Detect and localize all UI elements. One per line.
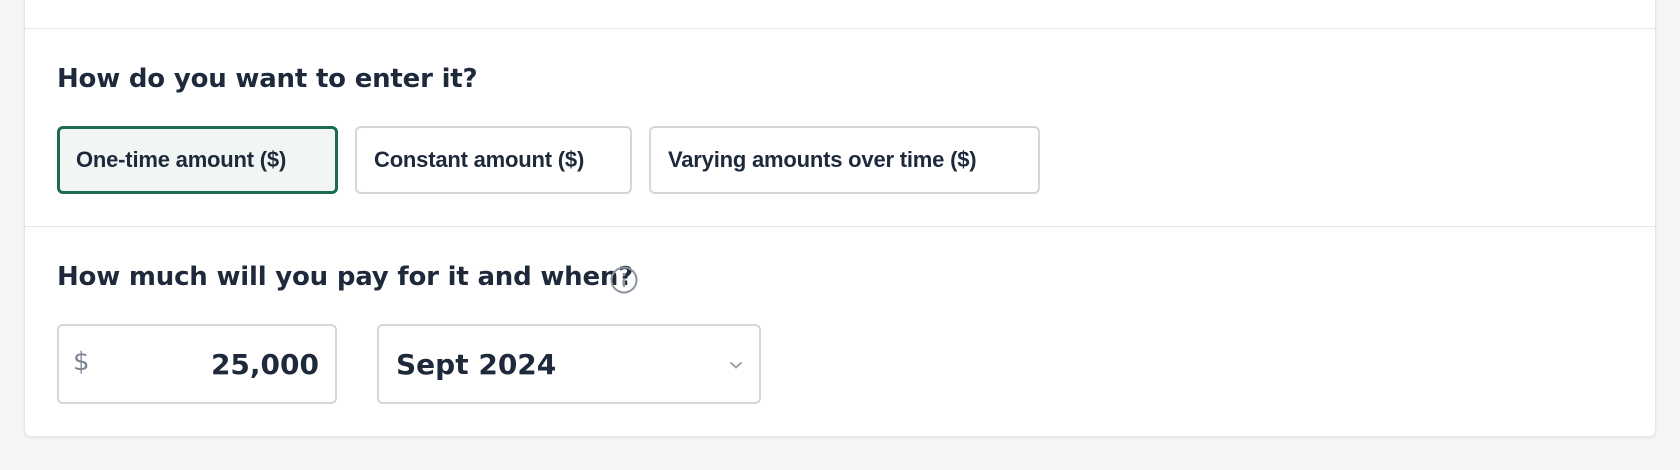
amount-field[interactable]: $ bbox=[57, 324, 337, 404]
currency-symbol: $ bbox=[73, 347, 90, 377]
section-divider-top bbox=[25, 28, 1655, 29]
entry-method-options: One-time amount ($) Constant amount ($) … bbox=[57, 126, 1040, 194]
payment-question: How much will you pay for it and when? bbox=[57, 262, 634, 292]
entry-method-question: How do you want to enter it? bbox=[57, 64, 478, 94]
chevron-down-icon bbox=[729, 355, 743, 374]
section-divider-middle bbox=[25, 226, 1655, 227]
amount-input[interactable] bbox=[119, 347, 319, 381]
info-circle-icon[interactable] bbox=[609, 265, 639, 295]
one-time-amount-option[interactable]: One-time amount ($) bbox=[57, 126, 338, 194]
payment-date-value: Sept 2024 bbox=[396, 347, 557, 381]
varying-amounts-option[interactable]: Varying amounts over time ($) bbox=[649, 126, 1040, 194]
form-card: How do you want to enter it? One-time am… bbox=[24, 0, 1656, 437]
constant-amount-option[interactable]: Constant amount ($) bbox=[355, 126, 632, 194]
payment-date-select[interactable]: Sept 2024 bbox=[377, 324, 761, 404]
